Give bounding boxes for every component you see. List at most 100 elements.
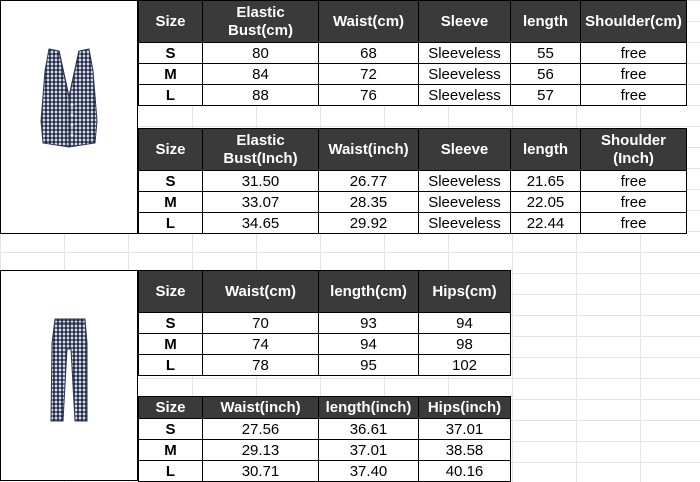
table-row: L 88 76 Sleeveless 57 free	[138, 84, 687, 106]
table-row: S 27.56 36.61 37.01	[138, 418, 511, 440]
table-cell: 40.16	[418, 460, 511, 482]
table-cell: 93	[318, 312, 419, 334]
header-cell: Size	[138, 270, 203, 313]
header-cell: Sleeve	[418, 128, 511, 171]
table-cell: 29.13	[202, 439, 319, 461]
table-row: S 80 68 Sleeveless 55 free	[138, 42, 687, 64]
size-cell: L	[138, 84, 203, 106]
table-cell: Sleeveless	[418, 191, 511, 213]
vest-size-table-inch: Size Elastic Bust(Inch) Waist(inch) Slee…	[138, 128, 687, 234]
header-cell: Size	[138, 0, 203, 43]
table-cell: 37.01	[318, 439, 419, 461]
table-cell: free	[580, 42, 687, 64]
pants-size-table-cm: Size Waist(cm) length(cm) Hips(cm) S 70 …	[138, 270, 511, 376]
table-cell: 55	[510, 42, 581, 64]
table-header-row: Size Waist(cm) length(cm) Hips(cm)	[138, 270, 511, 313]
vest-image	[40, 48, 98, 148]
table-cell: free	[580, 84, 687, 106]
header-cell: Shoulder (Inch)	[580, 128, 687, 171]
table-cell: 27.56	[202, 418, 319, 440]
header-cell: Waist(inch)	[202, 396, 319, 419]
table-cell: 21.65	[510, 170, 581, 192]
size-cell: L	[138, 212, 203, 234]
table-header-row: Size Elastic Bust(cm) Waist(cm) Sleeve l…	[138, 0, 687, 43]
table-header-row: Size Waist(inch) length(inch) Hips(inch)	[138, 396, 511, 419]
size-cell: S	[138, 170, 203, 192]
table-cell: 57	[510, 84, 581, 106]
size-cell: M	[138, 333, 203, 355]
table-row: M 29.13 37.01 38.58	[138, 439, 511, 461]
table-row: L 34.65 29.92 Sleeveless 22.44 free	[138, 212, 687, 234]
header-cell: Elastic Bust(Inch)	[202, 128, 319, 171]
header-cell: Elastic Bust(cm)	[202, 0, 319, 43]
table-cell: 72	[318, 63, 419, 85]
size-cell: M	[138, 63, 203, 85]
size-cell: S	[138, 312, 203, 334]
table-cell: 33.07	[202, 191, 319, 213]
header-cell: length	[510, 0, 581, 43]
table-cell: Sleeveless	[418, 63, 511, 85]
table-cell: 94	[418, 312, 511, 334]
size-cell: L	[138, 460, 203, 482]
table-cell: 76	[318, 84, 419, 106]
table-row: M 74 94 98	[138, 333, 511, 355]
table-cell: 84	[202, 63, 319, 85]
table-cell: 26.77	[318, 170, 419, 192]
pants-image	[50, 318, 88, 422]
header-cell: Hips(inch)	[418, 396, 511, 419]
table-cell: Sleeveless	[418, 170, 511, 192]
table-cell: 36.61	[318, 418, 419, 440]
header-cell: Size	[138, 396, 203, 419]
table-cell: 70	[202, 312, 319, 334]
table-cell: 37.40	[318, 460, 419, 482]
vest-size-table-cm: Size Elastic Bust(cm) Waist(cm) Sleeve l…	[138, 0, 687, 106]
size-cell: M	[138, 439, 203, 461]
table-header-row: Size Elastic Bust(Inch) Waist(inch) Slee…	[138, 128, 687, 171]
header-cell: Hips(cm)	[418, 270, 511, 313]
header-cell: Shoulder(cm)	[580, 0, 687, 43]
table-cell: 22.44	[510, 212, 581, 234]
pants-photo	[0, 270, 138, 481]
header-cell: Size	[138, 128, 203, 171]
header-cell: length(inch)	[318, 396, 419, 419]
table-row: S 31.50 26.77 Sleeveless 21.65 free	[138, 170, 687, 192]
header-cell: Waist(cm)	[318, 0, 419, 43]
table-cell: 88	[202, 84, 319, 106]
size-cell: S	[138, 42, 203, 64]
table-cell: 78	[202, 354, 319, 376]
table-cell: free	[580, 212, 687, 234]
header-cell: length	[510, 128, 581, 171]
header-cell: Sleeve	[418, 0, 511, 43]
table-cell: free	[580, 63, 687, 85]
size-cell: M	[138, 191, 203, 213]
table-cell: 98	[418, 333, 511, 355]
header-cell: Waist(inch)	[318, 128, 419, 171]
table-cell: 37.01	[418, 418, 511, 440]
pants-size-table-inch: Size Waist(inch) length(inch) Hips(inch)…	[138, 396, 511, 482]
table-cell: free	[580, 191, 687, 213]
table-cell: 30.71	[202, 460, 319, 482]
table-cell: Sleeveless	[418, 212, 511, 234]
table-cell: 28.35	[318, 191, 419, 213]
table-row: M 33.07 28.35 Sleeveless 22.05 free	[138, 191, 687, 213]
table-row: M 84 72 Sleeveless 56 free	[138, 63, 687, 85]
table-cell: 102	[418, 354, 511, 376]
table-row: L 30.71 37.40 40.16	[138, 460, 511, 482]
table-row: L 78 95 102	[138, 354, 511, 376]
header-cell: length(cm)	[318, 270, 419, 313]
table-cell: 94	[318, 333, 419, 355]
vest-photo	[0, 0, 138, 234]
table-cell: 34.65	[202, 212, 319, 234]
table-cell: 80	[202, 42, 319, 64]
table-cell: Sleeveless	[418, 84, 511, 106]
table-cell: 38.58	[418, 439, 511, 461]
table-cell: 29.92	[318, 212, 419, 234]
table-cell: 22.05	[510, 191, 581, 213]
table-cell: 95	[318, 354, 419, 376]
table-cell: 68	[318, 42, 419, 64]
table-cell: 31.50	[202, 170, 319, 192]
table-cell: free	[580, 170, 687, 192]
table-cell: Sleeveless	[418, 42, 511, 64]
table-cell: 74	[202, 333, 319, 355]
table-cell: 56	[510, 63, 581, 85]
